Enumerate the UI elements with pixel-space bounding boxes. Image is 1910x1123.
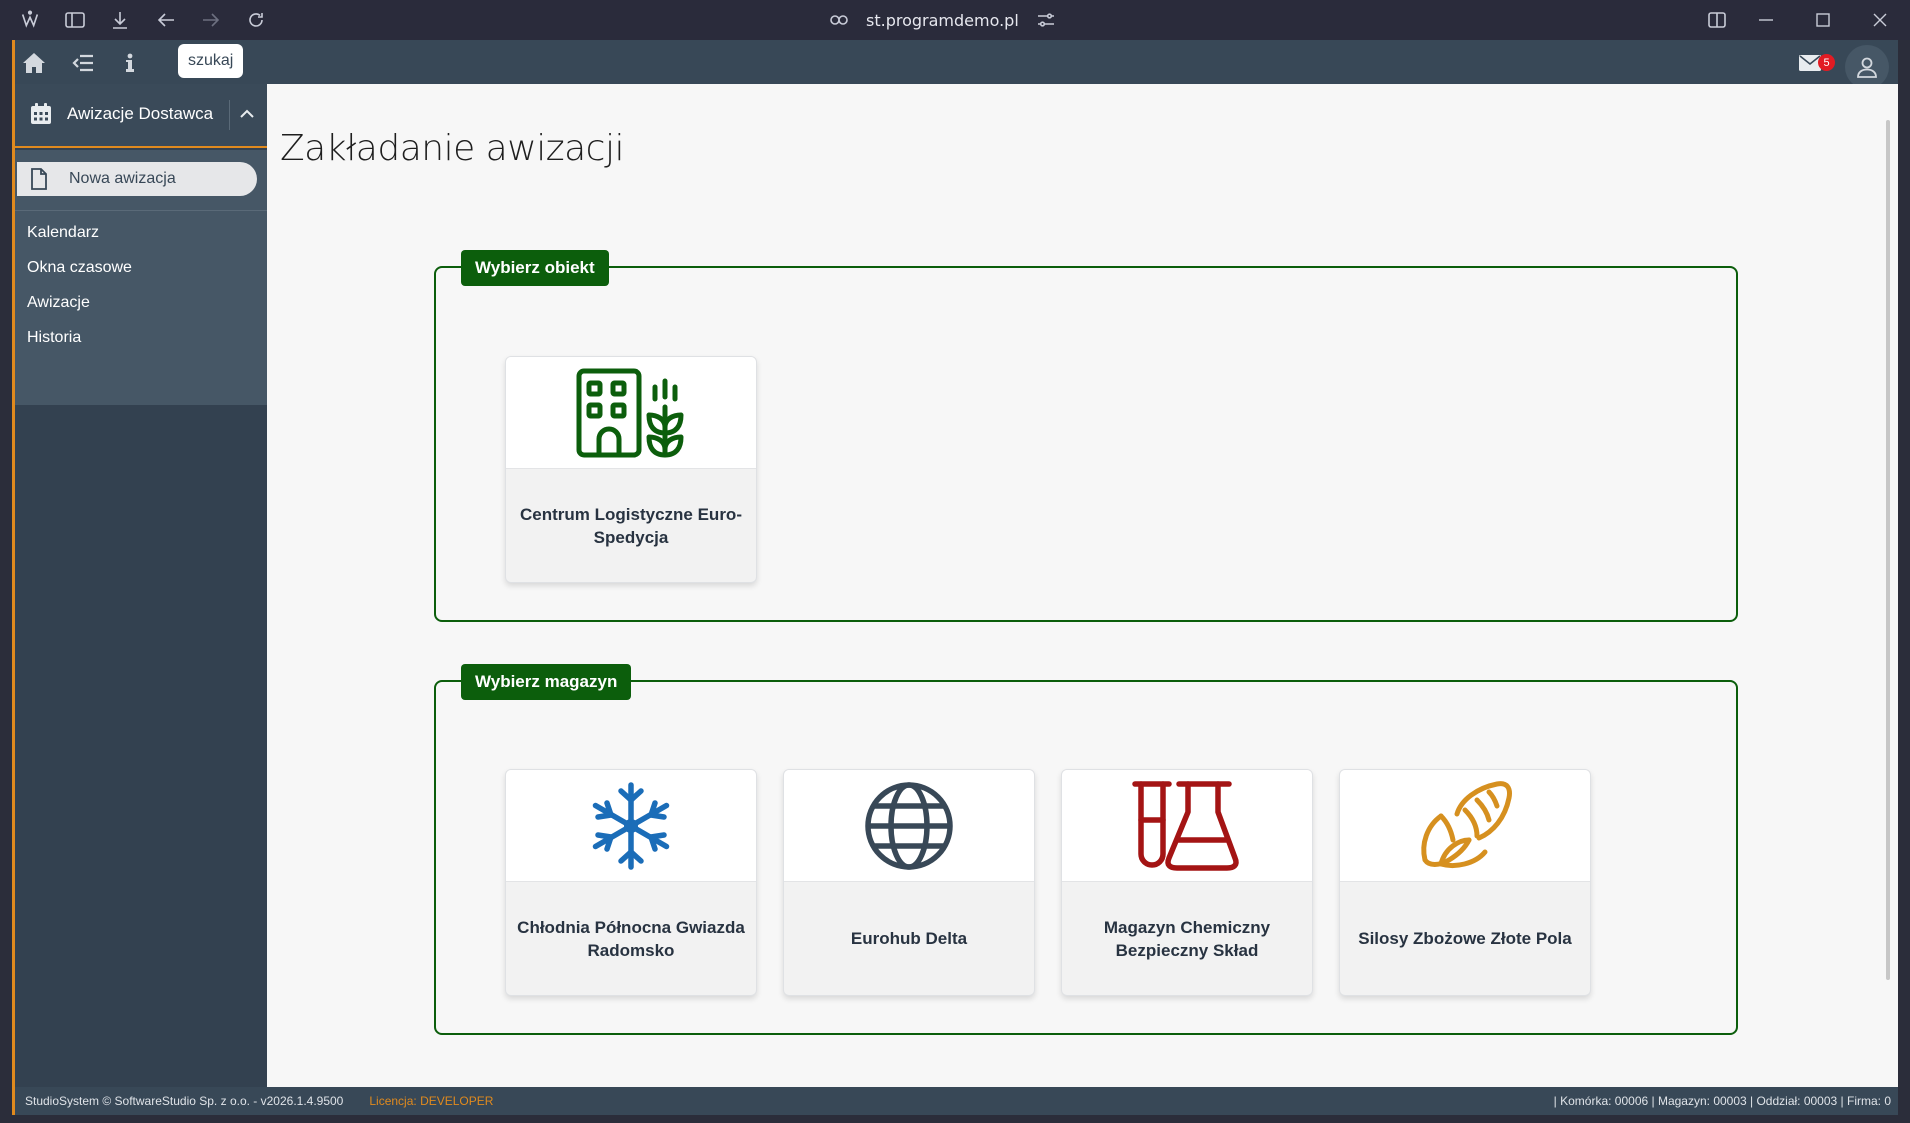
app-window: szukaj 5 Awizacje Dostawca Nowa awizacja… [12,40,1898,1115]
sidebar: Awizacje Dostawca Nowa awizacja Kalendar… [15,84,267,1087]
collapse-menu-icon[interactable] [70,50,96,76]
card-name: Magazyn Chemiczny Bezpieczny Skład [1103,917,1271,960]
app-topbar: szukaj 5 [15,40,1898,89]
license-label: Licencja: [369,1094,417,1108]
card-name: Silosy Zbożowe Złote Pola [1358,929,1572,948]
copyright-text: StudioSystem © SoftwareStudio Sp. z o.o.… [25,1094,344,1108]
status-footer: StudioSystem © SoftwareStudio Sp. z o.o.… [15,1087,1898,1115]
sidebar-item-new-notice[interactable]: Nowa awizacja [17,162,257,196]
sidebar-item-label: Nowa awizacja [69,170,176,187]
calendar-icon [31,103,51,124]
card-icon-area [506,357,756,469]
site-settings-icon[interactable] [1037,12,1055,28]
sidebar-module-header[interactable]: Awizacje Dostawca [15,84,267,148]
sidebar-item-time-windows[interactable]: Okna czasowe [27,259,132,277]
close-window-icon[interactable] [1868,8,1892,32]
page-title: Zakładanie awizacji [280,128,624,169]
sidebar-item-notices[interactable]: Awizacje [27,294,90,312]
globe-icon [865,781,953,870]
forward-icon[interactable] [199,8,223,32]
card-icon-area [784,770,1034,882]
snowflake-icon [592,781,670,870]
messages-badge: 5 [1818,54,1835,71]
license-info: Licencja: DEVELOPER [369,1094,493,1108]
flask-vial-icon [1132,780,1239,871]
card-icon-area [506,770,756,882]
link-icon [830,15,848,25]
sidebar-divider [15,210,267,211]
search-button[interactable]: szukaj [178,44,244,78]
messages-button[interactable]: 5 [1799,52,1835,76]
warehouse-card[interactable]: Silosy Zbożowe Złote Pola [1339,769,1591,996]
warehouse-card[interactable]: Chłodnia Północna Gwiazda Radomsko [505,769,757,996]
document-icon [31,168,47,190]
url-text: st.programdemo.pl [866,10,1019,30]
object-section: Wybierz obiekt Centrum Logistyczne Euro-… [434,250,1738,622]
address-bar[interactable]: st.programdemo.pl [830,8,1055,32]
main-content: Zakładanie awizacji Wybierz obiekt Centr… [267,84,1898,1087]
card-name: Centrum Logistyczne Euro-Spedycja [520,504,742,547]
home-icon[interactable] [21,50,47,76]
context-status: | Komórka: 00006 | Magazyn: 00003 | Oddz… [1553,1094,1891,1108]
card-name: Eurohub Delta [850,929,968,948]
chevron-up-icon[interactable] [237,104,257,124]
scrollbar[interactable] [1886,120,1890,980]
download-icon[interactable] [108,8,132,32]
maximize-icon[interactable] [1811,8,1835,32]
sidebar-item-calendar[interactable]: Kalendarz [27,224,99,242]
license-value: DEVELOPER [420,1094,494,1108]
browser-logo-icon[interactable] [18,8,42,32]
warehouse-section-legend: Wybierz magazyn [461,664,632,700]
warehouse-section: Wybierz magazyn Chłodnia Północna Gwiazd… [434,664,1738,1035]
wheat-ear-icon [1421,780,1512,868]
card-icon-area [1062,770,1312,882]
minimize-icon[interactable] [1754,8,1778,32]
info-icon[interactable] [117,50,143,76]
user-icon [1857,57,1877,78]
sidebar-menu: Nowa awizacja Kalendarz Okna czasowe Awi… [15,150,267,405]
object-card[interactable]: Centrum Logistyczne Euro-Spedycja [505,356,757,583]
warehouse-card[interactable]: Magazyn Chemiczny Bezpieczny Skład [1061,769,1313,996]
sidebar-header-divider [229,100,230,130]
warehouse-card[interactable]: Eurohub Delta [783,769,1035,996]
card-icon-area [1340,770,1590,882]
reload-icon[interactable] [244,8,268,32]
user-menu-button[interactable] [1845,45,1889,89]
sidebar-module-title: Awizacje Dostawca [67,104,214,123]
card-name: Chłodnia Północna Gwiazda Radomsko [517,917,745,960]
browser-chrome: st.programdemo.pl [0,0,1910,40]
building-wheat-icon [576,368,684,457]
back-icon[interactable] [154,8,178,32]
object-section-legend: Wybierz obiekt [461,250,609,286]
sidebar-toggle-icon[interactable] [63,8,87,32]
sidebar-item-history[interactable]: Historia [27,329,81,347]
split-view-icon[interactable] [1705,8,1729,32]
